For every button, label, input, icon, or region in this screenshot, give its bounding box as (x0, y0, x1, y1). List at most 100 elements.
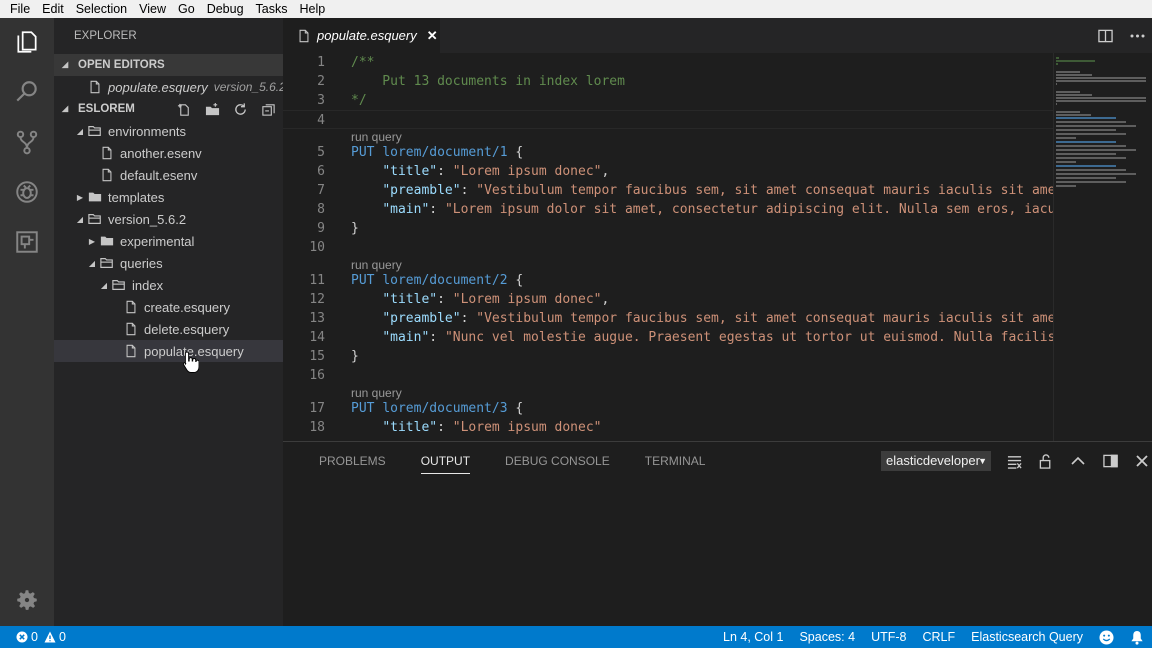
refresh-icon[interactable] (231, 101, 249, 117)
tree-file-item[interactable]: default.esenv (54, 164, 283, 186)
open-editors-header[interactable]: ◢ OPEN EDITORS (54, 54, 283, 76)
minimap[interactable] (1053, 53, 1152, 441)
tree-file-item[interactable]: create.esquery (54, 296, 283, 318)
folder-icon (100, 234, 114, 248)
editor-actions (1096, 18, 1152, 53)
maximize-panel-icon[interactable] (1069, 452, 1087, 470)
explorer-icon[interactable] (13, 28, 41, 56)
extensions-icon[interactable] (13, 228, 41, 256)
code-text: "preamble": "Vestibulum tempor faucibus … (351, 309, 1071, 328)
debug-icon[interactable] (13, 178, 41, 206)
tree-item-label: delete.esquery (144, 321, 230, 337)
file-icon (299, 29, 309, 42)
code-line: 15} (283, 347, 1053, 366)
close-tab-icon[interactable]: ✕ (427, 28, 438, 44)
code-text: PUT lorem/document/1 { (351, 143, 523, 162)
feedback-smiley-icon[interactable] (1099, 629, 1114, 645)
tree-folder-item[interactable]: ◢ version_5.6.2 (54, 208, 283, 230)
code-token: "preamble" (382, 311, 461, 326)
expanded-chevron-icon: ◢ (100, 280, 108, 290)
close-panel-icon[interactable] (1133, 452, 1151, 470)
menu-item-help[interactable]: Help (294, 0, 332, 18)
minimap-line (1056, 125, 1136, 127)
settings-gear-icon[interactable] (13, 586, 41, 614)
tree-folder-item[interactable]: ▶ templates (54, 186, 283, 208)
problems-indicator[interactable]: 0 0 (16, 626, 66, 648)
toggle-panel-position-icon[interactable] (1101, 452, 1119, 470)
tree-folder-item[interactable]: ◢ index (54, 274, 283, 296)
run-query-codelens[interactable]: run query (351, 258, 402, 272)
panel-tab-output[interactable]: OUTPUT (420, 454, 471, 474)
more-actions-icon[interactable] (1128, 34, 1146, 38)
line-number: 15 (309, 349, 325, 364)
menu-item-tasks[interactable]: Tasks (250, 0, 294, 18)
source-control-icon[interactable] (13, 128, 41, 156)
notifications-bell-icon[interactable] (1130, 630, 1144, 645)
workspace-header[interactable]: ◢ ESLOREM (54, 98, 283, 120)
split-editor-icon[interactable] (1096, 29, 1114, 43)
line-number: 3 (317, 93, 325, 108)
file-icon (100, 146, 114, 160)
code-text: */ (351, 91, 367, 110)
language-mode[interactable]: Elasticsearch Query (971, 630, 1083, 644)
cursor-position[interactable]: Ln 4, Col 1 (723, 630, 783, 644)
end-of-line[interactable]: CRLF (922, 630, 955, 644)
new-folder-icon[interactable] (203, 101, 221, 117)
menu-item-edit[interactable]: Edit (36, 0, 70, 18)
tree-folder-item[interactable]: ◢ queries (54, 252, 283, 274)
open-editor-name: populate.esquery (108, 79, 208, 95)
collapse-all-icon[interactable] (259, 101, 277, 117)
line-number: 18 (309, 420, 325, 435)
lock-scroll-icon[interactable] (1037, 452, 1055, 470)
code-token: : (437, 164, 453, 179)
tree-file-item[interactable]: another.esenv (54, 142, 283, 164)
output-channel-select[interactable]: elasticdeveloper ▼ (881, 451, 991, 471)
tree-item-label: environments (108, 123, 187, 139)
menu-item-file[interactable]: File (0, 0, 36, 18)
minimap-line (1056, 57, 1060, 59)
tree-item-label: templates (108, 189, 165, 205)
code-token: PUT (351, 401, 375, 416)
run-query-codelens[interactable]: run query (351, 386, 402, 400)
code-token: "Lorem ipsum donec" (452, 292, 602, 307)
code-token: "Lorem ipsum dolor sit amet, consectetur… (444, 202, 1064, 217)
tree-folder-item[interactable]: ▶ experimental (54, 230, 283, 252)
line-number: 11 (309, 273, 325, 288)
minimap-line (1056, 71, 1081, 73)
tree-file-item[interactable]: delete.esquery (54, 318, 283, 340)
panel-tab-problems[interactable]: PROBLEMS (319, 454, 386, 468)
code-line: 17 PUT lorem/document/3 { (283, 399, 1053, 418)
code-text: /** (351, 53, 374, 72)
tree-item-label: another.esenv (120, 145, 202, 161)
encoding[interactable]: UTF-8 (871, 630, 906, 644)
new-file-icon[interactable] (175, 101, 193, 117)
output-channel-value: elasticdeveloper (886, 453, 980, 468)
minimap-line (1056, 177, 1116, 179)
menu-item-debug[interactable]: Debug (201, 0, 250, 18)
open-editor-item[interactable]: populate.esquery version_5.6.2... (54, 76, 296, 98)
search-icon[interactable] (13, 78, 41, 106)
menu-item-go[interactable]: Go (172, 0, 201, 18)
menu-item-view[interactable]: View (133, 0, 172, 18)
tree-file-item[interactable]: populate.esquery (54, 340, 283, 362)
minimap-line (1056, 100, 1146, 102)
code-editor[interactable]: 1 /** 2 Put 13 documents in index lorem 3 */… (283, 53, 1152, 441)
minimap-line (1056, 133, 1126, 135)
panel-tab-terminal[interactable]: TERMINAL (645, 454, 706, 468)
code-text: "main": "Lorem ipsum dolor sit amet, con… (351, 200, 1063, 219)
panel-tab-debug-console[interactable]: DEBUG CONSOLE (505, 454, 610, 468)
indentation[interactable]: Spaces: 4 (799, 630, 855, 644)
expanded-chevron-icon: ◢ (76, 214, 84, 224)
tab-populate-esquery[interactable]: populate.esquery ✕ (283, 18, 440, 53)
run-query-codelens[interactable]: run query (351, 130, 402, 144)
menu-item-selection[interactable]: Selection (70, 0, 133, 18)
collapsed-chevron-icon: ▶ (88, 236, 96, 246)
tree-folder-item[interactable]: ◢ environments (54, 120, 283, 142)
folder-open-icon (88, 212, 102, 226)
clear-output-icon[interactable] (1005, 452, 1023, 470)
explorer-title: EXPLORER (74, 30, 137, 42)
minimap-line (1056, 97, 1146, 99)
code-token: Put 13 documents in index lorem (351, 74, 625, 89)
